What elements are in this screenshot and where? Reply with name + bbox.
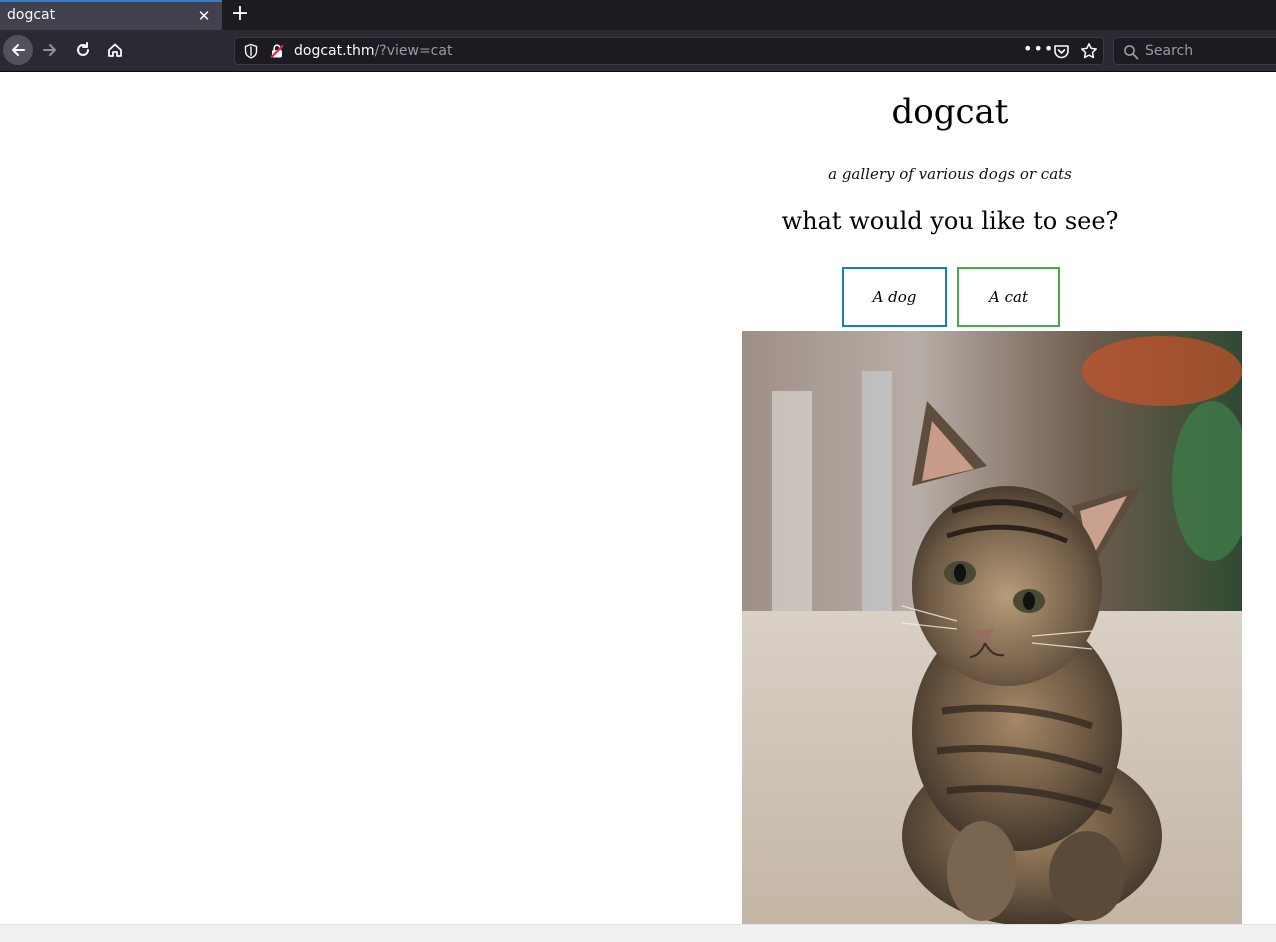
search-bar[interactable]: Search — [1113, 37, 1276, 65]
reload-icon — [77, 42, 89, 56]
url-path: /?view=cat — [374, 43, 453, 59]
navigation-bar: dogcat.thm/?view=cat ••• Search — [0, 30, 1276, 72]
shield-icon[interactable] — [243, 43, 259, 59]
more-icon[interactable]: ••• — [1023, 39, 1054, 58]
url-text: dogcat.thm/?view=cat — [294, 43, 452, 59]
search-icon — [1124, 45, 1139, 60]
forward-arrow-icon — [43, 44, 56, 56]
page-content: dogcat a gallery of various dogs or cats… — [0, 72, 1276, 924]
tab-title: dogcat — [7, 7, 56, 23]
search-input[interactable]: Search — [1145, 43, 1193, 59]
insecure-lock-icon[interactable] — [269, 43, 285, 59]
new-tab-icon[interactable]: + — [229, 3, 251, 25]
page-question: what would you like to see? — [781, 207, 1119, 235]
browser-tab[interactable]: dogcat ✕ — [0, 0, 222, 30]
dog-button[interactable]: A dog — [842, 267, 947, 327]
tab-strip: dogcat ✕ + — [0, 0, 1276, 30]
page-title: dogcat — [891, 92, 1009, 132]
cat-photo — [742, 331, 1242, 924]
back-arrow-icon — [12, 44, 25, 56]
cat-button[interactable]: A cat — [957, 267, 1060, 327]
star-icon[interactable] — [1080, 42, 1098, 60]
status-bar — [0, 924, 1276, 942]
home-button[interactable] — [100, 35, 130, 65]
home-icon — [108, 43, 122, 57]
page-subtitle: a gallery of various dogs or cats — [828, 165, 1072, 183]
forward-button[interactable] — [35, 35, 65, 65]
back-button[interactable] — [3, 35, 33, 65]
url-host: dogcat.thm — [294, 43, 375, 59]
pocket-icon[interactable] — [1053, 43, 1070, 60]
close-tab-icon[interactable]: ✕ — [196, 8, 212, 24]
reload-button[interactable] — [68, 35, 98, 65]
url-bar[interactable]: dogcat.thm/?view=cat ••• — [234, 37, 1104, 65]
